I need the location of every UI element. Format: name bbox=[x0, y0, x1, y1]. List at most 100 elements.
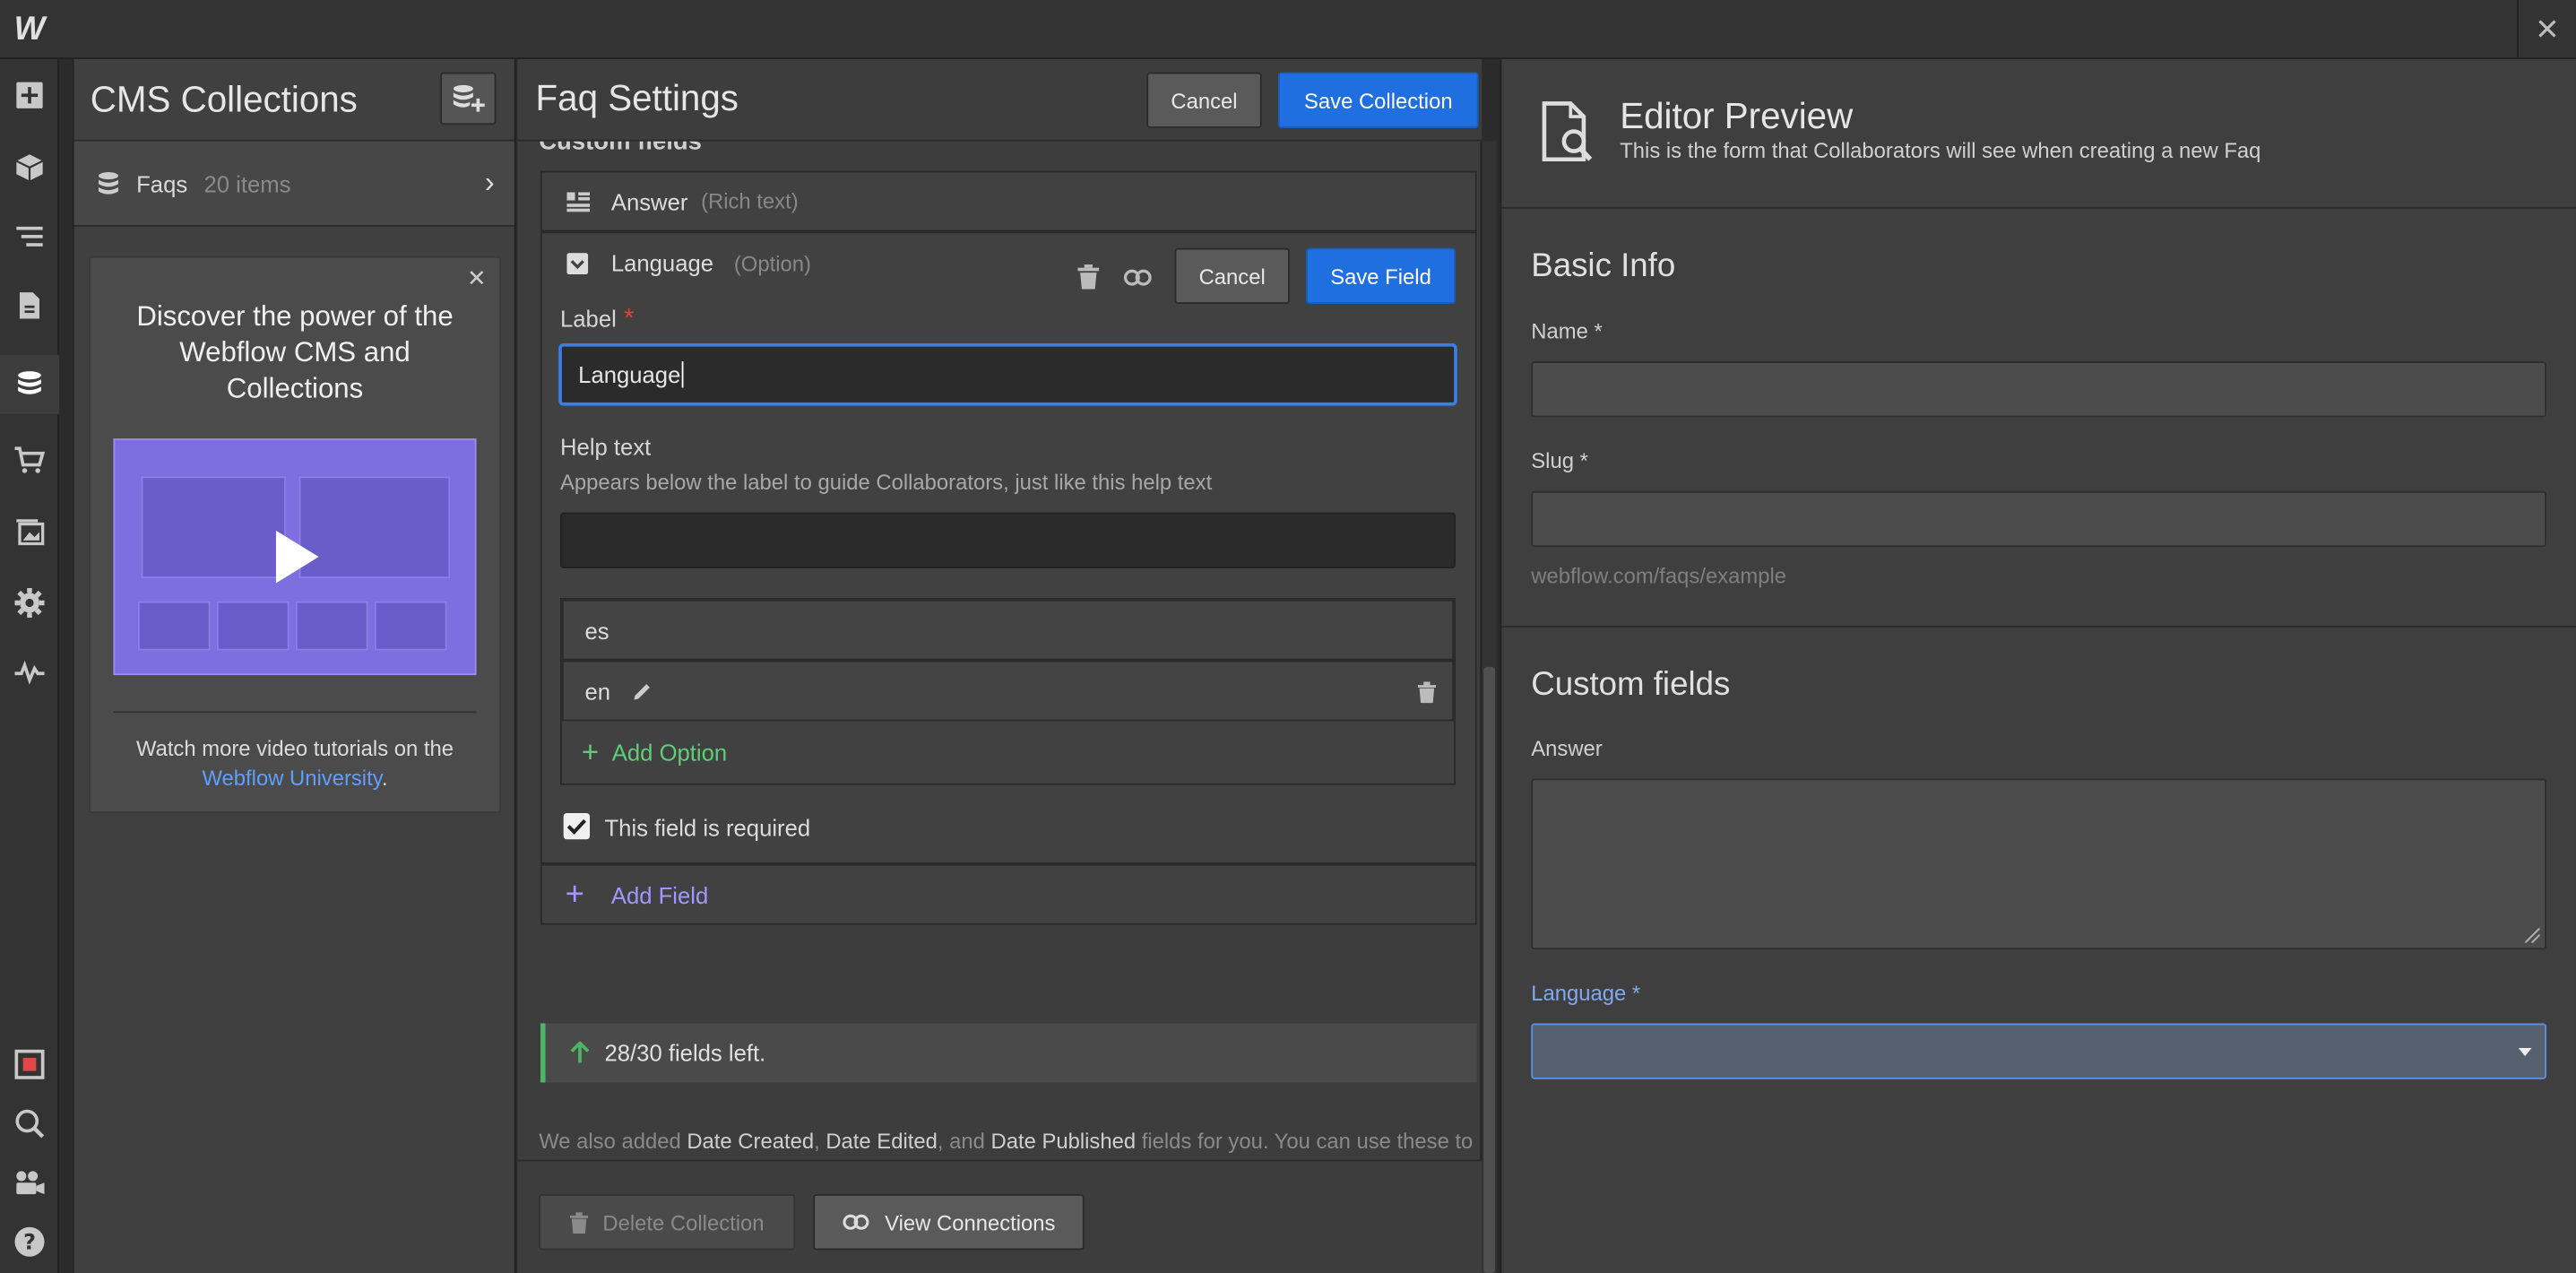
promo-text: Watch more video tutorials on the Webflo… bbox=[135, 735, 454, 791]
answer-label: Answer bbox=[1531, 735, 1603, 761]
promo-title: Discover the power of the Webflow CMS an… bbox=[136, 300, 454, 404]
basic-info-heading: Basic Info bbox=[1531, 247, 1676, 284]
database-icon bbox=[98, 171, 118, 194]
record-icon[interactable] bbox=[0, 1035, 59, 1094]
preview-title: Editor Preview bbox=[1620, 95, 1854, 137]
required-label: This field is required bbox=[604, 814, 811, 842]
field-type: (Option) bbox=[733, 251, 811, 276]
delete-collection-button[interactable]: Delete Collection bbox=[539, 1194, 796, 1251]
trash-icon bbox=[569, 1211, 588, 1234]
rich-text-icon bbox=[566, 192, 591, 212]
pages-icon[interactable] bbox=[0, 276, 59, 335]
collection-name: Faqs bbox=[136, 169, 188, 196]
add-option-button[interactable]: + Add Option bbox=[562, 721, 1454, 784]
divider bbox=[113, 711, 477, 714]
checkmark-icon bbox=[566, 818, 586, 835]
slug-label: Slug * bbox=[1531, 448, 1588, 473]
view-connections-button[interactable]: View Connections bbox=[813, 1194, 1085, 1251]
field-name: Answer bbox=[610, 187, 688, 215]
preview-header: Editor Preview This is the form that Col… bbox=[1501, 59, 2576, 209]
database-add-icon bbox=[453, 84, 485, 112]
play-icon[interactable] bbox=[275, 530, 319, 584]
help-icon[interactable]: ? bbox=[0, 1212, 59, 1271]
options-list: es en + Add Option bbox=[560, 597, 1456, 785]
label-label: Label * bbox=[560, 305, 635, 333]
cms-collections-panel: CMS Collections Faqs 20 items › ✕ Discov… bbox=[72, 58, 516, 1273]
divider bbox=[1501, 626, 2576, 628]
document-search-icon bbox=[1542, 101, 1593, 162]
settings-scrollbar[interactable] bbox=[1482, 141, 1497, 1273]
collection-item-faqs[interactable]: Faqs 20 items › bbox=[73, 141, 514, 227]
resize-handle-icon[interactable] bbox=[2525, 928, 2540, 943]
assets-icon[interactable] bbox=[0, 503, 59, 562]
help-text-input[interactable] bbox=[560, 512, 1456, 568]
text-cursor bbox=[682, 361, 685, 388]
link-icon bbox=[842, 1214, 869, 1230]
save-field-button[interactable]: Save Field bbox=[1306, 247, 1456, 304]
left-toolbar: ? bbox=[0, 58, 59, 1273]
option-icon bbox=[566, 253, 589, 274]
required-asterisk: * bbox=[623, 305, 635, 333]
fields-left-banner: 28/30 fields left. bbox=[540, 1023, 1477, 1083]
chevron-right-icon: › bbox=[484, 166, 495, 199]
close-promo-icon[interactable]: ✕ bbox=[467, 264, 487, 292]
search-icon[interactable] bbox=[0, 1094, 59, 1153]
cms-icon[interactable] bbox=[0, 354, 59, 414]
required-checkbox[interactable] bbox=[563, 812, 591, 840]
slug-hint: webflow.com/faqs/example bbox=[1531, 563, 1787, 588]
plus-icon: + bbox=[581, 734, 600, 768]
field-type: (Rich text) bbox=[701, 188, 799, 214]
field-name: Language bbox=[610, 249, 714, 276]
answer-textarea[interactable] bbox=[1531, 778, 2546, 950]
top-bar: W ✕ bbox=[0, 0, 2576, 59]
navigator-icon[interactable] bbox=[0, 207, 59, 266]
date-fields-note: We also added Date Created, Date Edited,… bbox=[539, 1128, 1474, 1160]
link-icon[interactable] bbox=[1123, 269, 1152, 286]
help-text-description: Appears below the label to guide Collabo… bbox=[560, 470, 1213, 495]
close-icon[interactable]: ✕ bbox=[2517, 0, 2576, 59]
name-label: Name * bbox=[1531, 318, 1603, 343]
arrow-up-icon bbox=[570, 1041, 590, 1063]
custom-fields-heading: Custom fields bbox=[1531, 666, 1731, 704]
name-input[interactable] bbox=[1531, 361, 2546, 418]
cancel-collection-button[interactable]: Cancel bbox=[1146, 72, 1262, 128]
box-icon[interactable] bbox=[0, 138, 59, 197]
webflow-logo[interactable]: W bbox=[0, 0, 59, 59]
add-field-button[interactable]: + Add Field bbox=[540, 863, 1477, 925]
editor-preview-panel: Editor Preview This is the form that Col… bbox=[1500, 58, 2576, 1273]
save-collection-button[interactable]: Save Collection bbox=[1277, 72, 1479, 128]
field-language-editor: Language (Option) Cancel Save Field Labe… bbox=[540, 231, 1477, 864]
trash-icon[interactable] bbox=[1417, 681, 1436, 704]
add-icon[interactable] bbox=[0, 65, 59, 125]
collection-count: 20 items bbox=[203, 169, 291, 196]
settings-footer: Delete Collection View Connections bbox=[517, 1159, 1482, 1273]
field-answer[interactable]: Answer (Rich text) bbox=[540, 170, 1477, 232]
collection-settings-panel: Faq Settings Cancel Save Collection Cust… bbox=[517, 58, 1497, 1273]
settings-icon[interactable] bbox=[0, 573, 59, 632]
scrollbar-thumb[interactable] bbox=[1483, 666, 1495, 1273]
help-text-label: Help text bbox=[560, 433, 652, 461]
custom-fields-heading: Custom fields bbox=[539, 141, 702, 157]
video-icon[interactable] bbox=[0, 1153, 59, 1212]
promo-video-thumbnail[interactable] bbox=[113, 438, 477, 676]
label-input[interactable]: Language bbox=[560, 344, 1456, 404]
audit-icon[interactable] bbox=[0, 642, 59, 701]
settings-header: Faq Settings Cancel Save Collection bbox=[517, 58, 1482, 142]
pencil-icon[interactable] bbox=[632, 680, 652, 700]
trash-icon[interactable] bbox=[1077, 264, 1100, 290]
caret-down-icon bbox=[2518, 1048, 2532, 1057]
cancel-field-button[interactable]: Cancel bbox=[1174, 247, 1290, 304]
preview-subtitle: This is the form that Collaborators will… bbox=[1620, 137, 2261, 163]
add-collection-button[interactable] bbox=[440, 72, 497, 126]
plus-icon: + bbox=[565, 877, 584, 914]
option-row[interactable]: en bbox=[561, 660, 1455, 722]
language-select[interactable] bbox=[1531, 1023, 2546, 1079]
settings-title: Faq Settings bbox=[535, 77, 739, 118]
ecommerce-icon[interactable] bbox=[0, 430, 59, 489]
cms-promo-card: ✕ Discover the power of the Webflow CMS … bbox=[88, 255, 502, 813]
webflow-university-link[interactable]: Webflow University bbox=[202, 766, 381, 790]
slug-input[interactable] bbox=[1531, 490, 2546, 548]
settings-body: Custom fields Answer (Rich text) Languag… bbox=[517, 142, 1482, 1160]
svg-text:?: ? bbox=[23, 1229, 36, 1254]
option-row[interactable]: es bbox=[561, 599, 1455, 661]
